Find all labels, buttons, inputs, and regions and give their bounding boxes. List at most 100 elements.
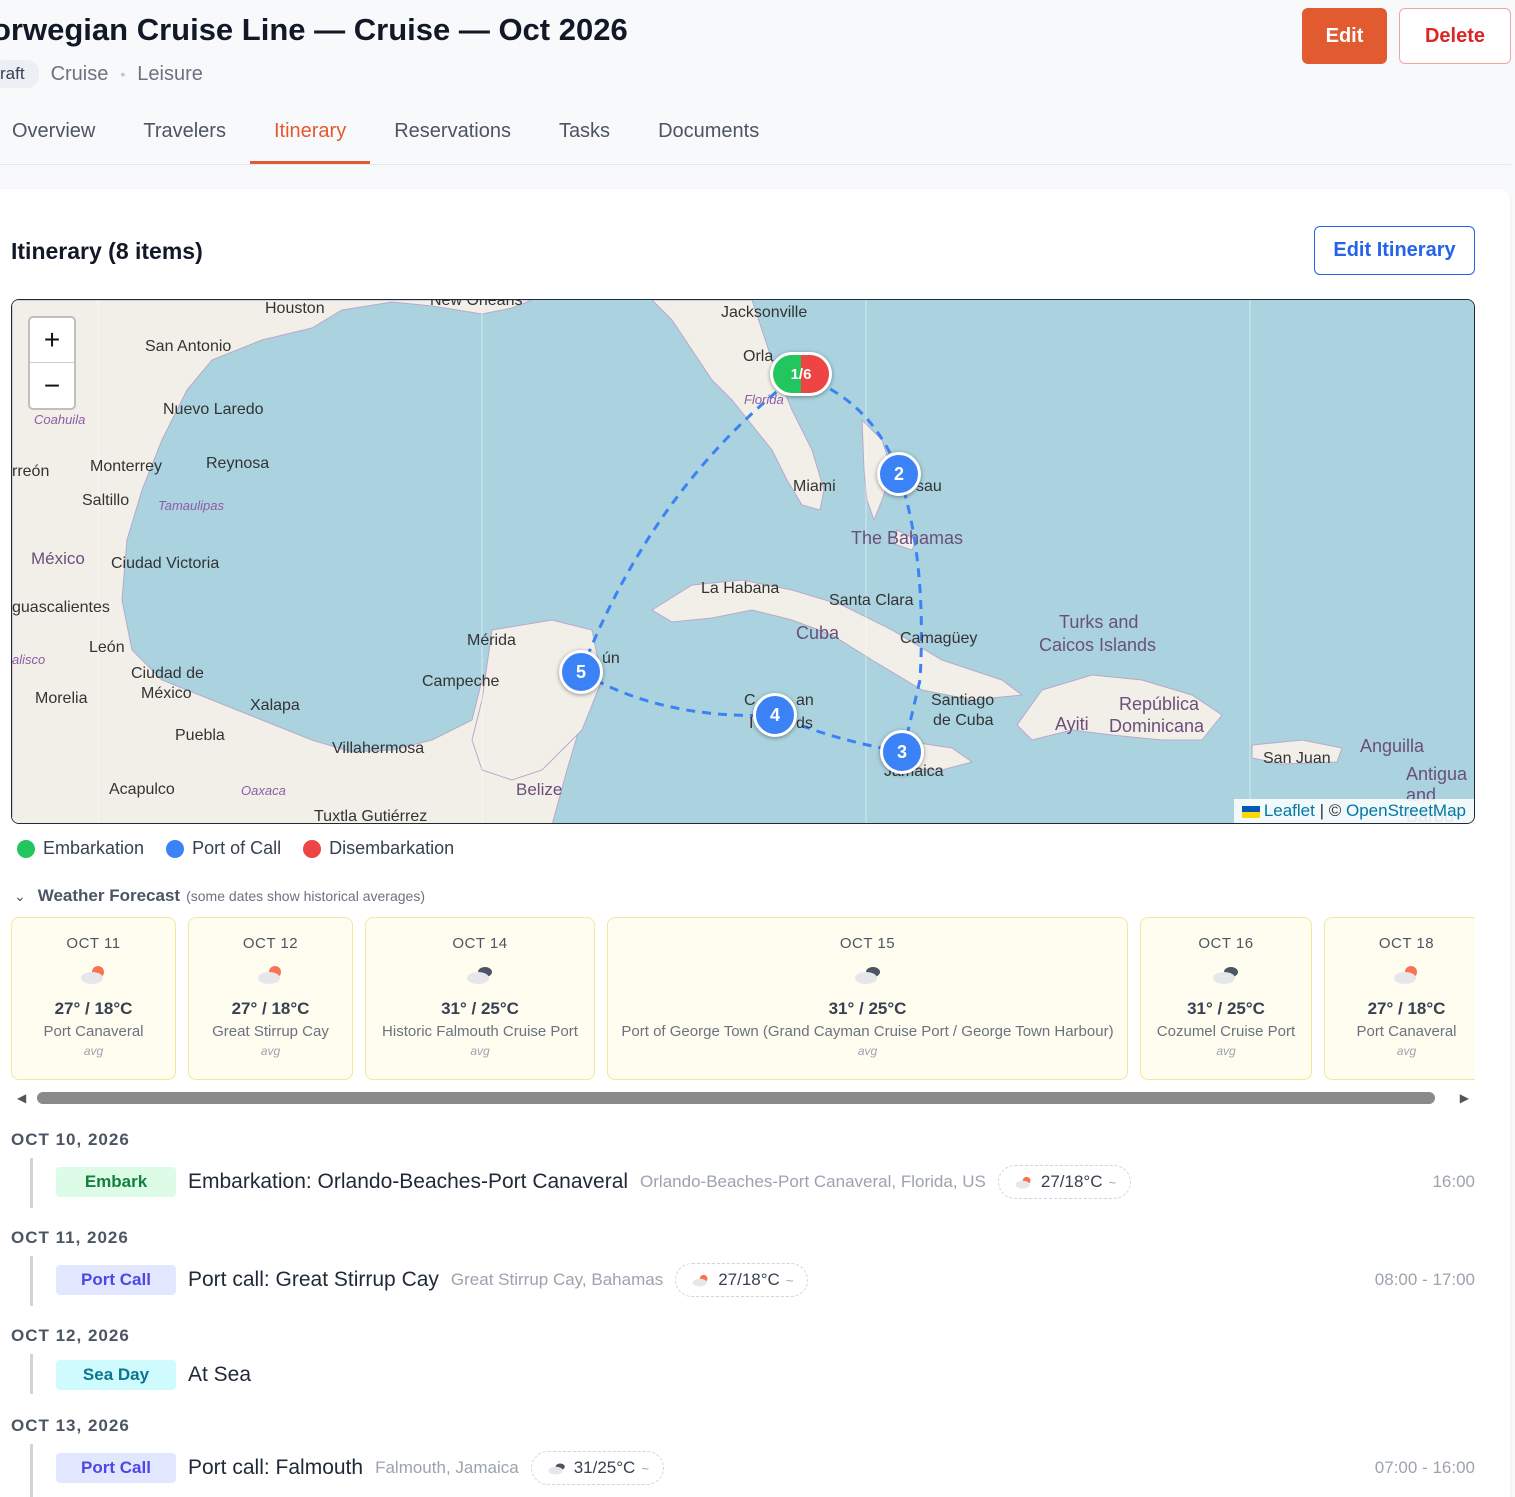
openstreetmap-link[interactable]: OpenStreetMap <box>1346 801 1466 820</box>
tab-documents[interactable]: Documents <box>634 104 783 164</box>
partly-sunny-icon <box>1393 966 1417 984</box>
edit-itinerary-button[interactable]: Edit Itinerary <box>1314 226 1475 275</box>
trip-meta: raft Cruise • Leisure <box>0 60 203 88</box>
weather-scrollbar[interactable]: ◀ ▶ <box>11 1088 1475 1108</box>
weather-card: OCT 18 27° / 18°C Port Canaveral avg <box>1324 917 1475 1080</box>
zoom-in-button[interactable]: + <box>30 318 74 363</box>
map-label: Turks and <box>1059 612 1139 632</box>
meta-separator: • <box>120 66 126 82</box>
map-label: guascalientes <box>12 599 110 616</box>
marker-port-5[interactable]: 5 <box>559 650 603 694</box>
map-label: Xalapa <box>250 697 300 714</box>
legend-disembarkation: Disembarkation <box>303 838 454 859</box>
weather-pill: 27/18°C ~ <box>997 1165 1132 1199</box>
tab-tasks[interactable]: Tasks <box>535 104 634 164</box>
map-label: León <box>89 639 125 656</box>
map-label: San Juan <box>1263 750 1331 767</box>
weather-pill-temp: 27/18°C <box>1040 1172 1103 1191</box>
leaflet-link[interactable]: Leaflet <box>1264 801 1315 820</box>
itinerary-item[interactable]: Sea Day At Sea <box>56 1359 1475 1391</box>
map-label: de Cuba <box>933 712 994 729</box>
item-location: Great Stirrup Cay, Bahamas <box>450 1270 664 1289</box>
marker-port-4[interactable]: 4 <box>753 693 797 737</box>
weather-pill: 27/18°C ~ <box>675 1263 809 1297</box>
itinerary-map[interactable]: Houston New Orleans Jacksonville San Ant… <box>11 299 1475 824</box>
itinerary-item[interactable]: Port Call Port call: Falmouth Falmouth, … <box>56 1451 1475 1485</box>
weather-card: OCT 11 27° / 18°C Port Canaveral avg <box>11 917 176 1080</box>
map-label: Monterrey <box>90 458 163 475</box>
marker-embark-disembark[interactable]: 1/6 <box>770 352 832 396</box>
itinerary-item[interactable]: Embark Embarkation: Orlando-Beaches-Port… <box>56 1165 1475 1199</box>
map-label: Orla <box>743 348 774 365</box>
scroll-right-arrow-icon[interactable]: ▶ <box>1460 1091 1469 1105</box>
map-label: Cuba <box>796 623 840 643</box>
map-label: rreón <box>12 463 50 480</box>
weather-subtitle: (some dates show historical averages) <box>186 888 425 904</box>
timeline-line <box>30 1354 33 1394</box>
item-title: Port call: Great Stirrup Cay <box>188 1268 439 1291</box>
itinerary-item[interactable]: Port Call Port call: Great Stirrup Cay G… <box>56 1263 1475 1297</box>
trip-type: Cruise <box>50 62 109 85</box>
edit-button[interactable]: Edit <box>1302 8 1387 64</box>
map-label: Campeche <box>422 673 500 690</box>
weather-temp: 31° / 25°C <box>828 999 907 1018</box>
weather-date: OCT 16 <box>1198 935 1254 952</box>
map-label: Coahuila <box>34 412 86 427</box>
marker-port-2[interactable]: 2 <box>877 452 921 496</box>
approx-mark: ~ <box>785 1272 794 1288</box>
delete-button[interactable]: Delete <box>1399 8 1511 64</box>
tab-itinerary[interactable]: Itinerary <box>249 104 371 164</box>
map-label: The Bahamas <box>851 528 964 548</box>
trip-category: Leisure <box>137 62 203 85</box>
legend-port-of-call: Port of Call <box>166 838 281 859</box>
map-label: Houston <box>265 300 325 317</box>
map-label: República <box>1119 694 1200 714</box>
zoom-out-button[interactable]: − <box>30 363 74 408</box>
approx-mark: ~ <box>1108 1174 1117 1190</box>
cloudy-icon <box>854 967 880 984</box>
tab-overview[interactable]: Overview <box>0 104 119 164</box>
weather-date: OCT 12 <box>242 935 299 952</box>
weather-cards[interactable]: OCT 11 27° / 18°C Port Canaveral avg OCT… <box>11 917 1475 1080</box>
chevron-down-icon: ⌄ <box>14 888 26 904</box>
weather-note: avg <box>1216 1044 1236 1058</box>
map-label: Saltillo <box>82 492 130 509</box>
partly-sunny-icon <box>692 1274 708 1287</box>
item-title: Port call: Falmouth <box>188 1456 364 1479</box>
weather-temp: 27° / 18°C <box>231 999 310 1018</box>
tab-travelers[interactable]: Travelers <box>119 104 250 164</box>
item-time: 16:00 <box>1432 1172 1475 1191</box>
map-label: Jacksonville <box>721 304 808 321</box>
day-header: OCT 13, 2026 <box>11 1416 130 1435</box>
cloudy-icon <box>467 967 492 984</box>
weather-forecast-toggle[interactable]: ⌄ Weather Forecast (some dates show hist… <box>14 886 425 906</box>
weather-pill-temp: 31/25°C <box>573 1458 636 1477</box>
weather-card: OCT 15 31° / 25°C Port of George Town (G… <box>607 917 1128 1080</box>
scrollbar-thumb[interactable] <box>37 1092 1435 1104</box>
map-label: México <box>31 549 85 568</box>
map-label: ún <box>602 650 620 667</box>
weather-temp: 31° / 25°C <box>441 999 519 1018</box>
map-label: Villahermosa <box>332 740 425 757</box>
map-label: New Orleans <box>430 299 523 309</box>
map-labels: Houston New Orleans Jacksonville San Ant… <box>12 299 1474 823</box>
weather-card: OCT 12 27° / 18°C Great Stirrup Cay avg <box>188 917 353 1080</box>
map-label: Reynosa <box>206 455 270 472</box>
timeline-line <box>30 1444 33 1497</box>
item-title: Embarkation: Orlando-Beaches-Port Canave… <box>188 1170 629 1193</box>
day-header: OCT 10, 2026 <box>11 1130 130 1149</box>
scroll-left-arrow-icon[interactable]: ◀ <box>17 1091 26 1105</box>
marker-port-3[interactable]: 3 <box>880 730 924 774</box>
weather-note: avg <box>83 1044 104 1058</box>
map-label: Ciudad de <box>131 665 204 682</box>
map-label: Camagüey <box>900 630 978 647</box>
map-label: Ciudad Victoria <box>111 555 220 572</box>
weather-place: Port of George Town (Grand Cayman Cruise… <box>621 1023 1114 1040</box>
approx-mark: ~ <box>641 1460 649 1476</box>
tab-reservations[interactable]: Reservations <box>370 104 535 164</box>
map-label: Acapulco <box>109 781 175 798</box>
map-attribution: Leaflet | © OpenStreetMap <box>1233 799 1474 823</box>
marker-label: 3 <box>896 741 907 762</box>
weather-place: Port Canaveral <box>1356 1023 1457 1040</box>
port-call-tag: Port Call <box>56 1265 176 1295</box>
